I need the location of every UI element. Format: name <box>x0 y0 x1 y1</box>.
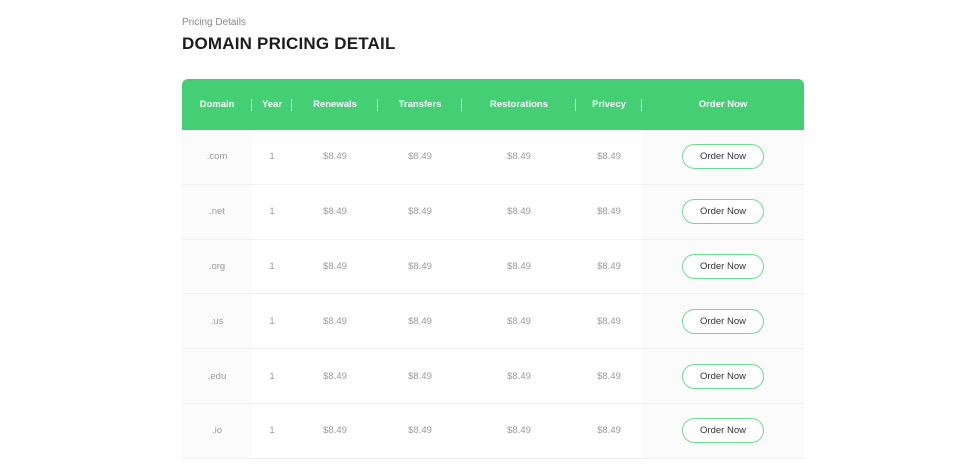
cell-domain: .io <box>182 403 252 458</box>
cell-renewals: $8.49 <box>323 370 347 382</box>
order-now-button[interactable]: Order Now <box>682 253 764 279</box>
cell-domain: .org <box>182 239 252 294</box>
cell-restorations: $8.49 <box>507 151 531 163</box>
cell-year: 1 <box>269 260 275 272</box>
cell-year: 1 <box>269 425 275 437</box>
table-row: .net 1 $8.49 $8.49 $8.49 $8.49 Order Now <box>182 184 804 240</box>
cell-privecy: $8.49 <box>597 315 621 327</box>
cell-restorations: $8.49 <box>507 315 531 327</box>
table-header: Domain Year Renewals Transfers Restorati… <box>182 79 804 130</box>
cell-order: Order Now <box>642 349 804 403</box>
pricing-table: Domain Year Renewals Transfers Restorati… <box>182 79 804 471</box>
cell-renewals: $8.49 <box>323 315 347 327</box>
table-row: .io 1 $8.49 $8.49 $8.49 $8.49 Order Now <box>182 403 804 459</box>
cell-domain: .us <box>182 294 252 349</box>
table-body: .com 1 $8.49 $8.49 $8.49 $8.49 Order Now… <box>182 130 804 459</box>
cell-transfers: $8.49 <box>408 315 432 327</box>
cell-year: 1 <box>269 206 275 218</box>
cell-transfers: $8.49 <box>408 260 432 272</box>
order-now-button[interactable]: Order Now <box>682 363 764 389</box>
cell-transfers: $8.49 <box>408 425 432 437</box>
order-now-button[interactable]: Order Now <box>682 418 764 444</box>
cell-order: Order Now <box>642 403 804 458</box>
cell-renewals: $8.49 <box>323 206 347 218</box>
cell-domain: .net <box>182 184 252 239</box>
cell-restorations: $8.49 <box>507 260 531 272</box>
order-now-button[interactable]: Order Now <box>682 308 764 334</box>
cell-year: 1 <box>269 151 275 163</box>
cell-domain: .com <box>182 130 252 184</box>
cell-privecy: $8.49 <box>597 206 621 218</box>
table-row: .us 1 $8.49 $8.49 $8.49 $8.49 Order Now <box>182 294 804 350</box>
cell-privecy: $8.49 <box>597 151 621 163</box>
cell-year: 1 <box>269 315 275 327</box>
cell-transfers: $8.49 <box>408 206 432 218</box>
order-now-button[interactable]: Order Now <box>682 199 764 225</box>
cell-privecy: $8.49 <box>597 260 621 272</box>
cell-renewals: $8.49 <box>323 260 347 272</box>
cell-renewals: $8.49 <box>323 151 347 163</box>
column-header-year: Year <box>252 79 292 130</box>
cell-restorations: $8.49 <box>507 206 531 218</box>
table-row: .edu 1 $8.49 $8.49 $8.49 $8.49 Order Now <box>182 349 804 404</box>
column-header-domain: Domain <box>182 79 252 130</box>
cell-transfers: $8.49 <box>408 151 432 163</box>
cell-order: Order Now <box>642 184 804 239</box>
column-header-privecy: Privecy <box>576 79 642 130</box>
page-title: DOMAIN PRICING DETAIL <box>182 34 396 53</box>
table-row: .org 1 $8.49 $8.49 $8.49 $8.49 Order Now <box>182 239 804 295</box>
cell-domain: .edu <box>182 349 252 403</box>
cell-year: 1 <box>269 370 275 382</box>
column-header-transfers: Transfers <box>378 79 462 130</box>
column-header-order-now: Order Now <box>698 99 748 110</box>
cell-privecy: $8.49 <box>597 425 621 437</box>
cell-transfers: $8.49 <box>408 370 432 382</box>
column-header-restorations: Restorations <box>462 79 576 130</box>
cell-renewals: $8.49 <box>323 425 347 437</box>
cell-restorations: $8.49 <box>507 425 531 437</box>
cell-order: Order Now <box>642 130 804 184</box>
cell-restorations: $8.49 <box>507 370 531 382</box>
cell-order: Order Now <box>642 294 804 349</box>
cell-privecy: $8.49 <box>597 370 621 382</box>
order-now-button[interactable]: Order Now <box>682 144 764 170</box>
cell-order: Order Now <box>642 239 804 294</box>
column-header-renewals: Renewals <box>292 79 378 130</box>
page-eyebrow: Pricing Details <box>182 17 246 28</box>
table-row: .com 1 $8.49 $8.49 $8.49 $8.49 Order Now <box>182 130 804 185</box>
